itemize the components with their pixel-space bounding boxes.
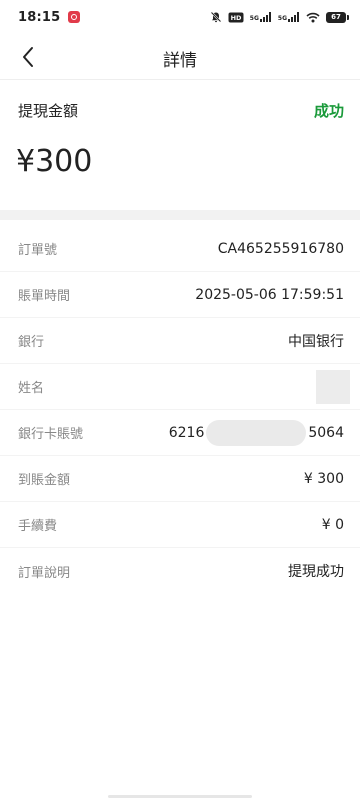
wifi-icon [306, 12, 320, 22]
status-badge: 成功 [313, 102, 344, 120]
app-notification-icon [68, 11, 81, 23]
signal-icon [259, 12, 271, 22]
section-divider [0, 210, 360, 220]
card-number-suffix: 5064 [308, 424, 344, 441]
detail-label: 銀行卡賬號 [18, 427, 84, 442]
detail-row-bill-time: 賬單時間 2025-05-06 17:59:51 [0, 272, 360, 318]
mute-icon [210, 11, 222, 23]
status-left: 18:15 [18, 9, 81, 25]
detail-row-received-amount: 到賬金額 ¥ 300 [0, 456, 360, 502]
battery-level: 67 [331, 13, 341, 21]
detail-label: 到賬金額 [18, 473, 71, 488]
detail-row-order-number: 訂單號 CA465255916780 [0, 226, 360, 272]
detail-row-order-description: 訂單說明 提現成功 [0, 548, 360, 594]
redacted-card-digits [206, 419, 307, 446]
status-bar: 18:15 HD 5G 5G 67 [0, 0, 360, 34]
detail-label: 手續費 [18, 519, 58, 534]
withdrawal-summary: 提現金額 成功 ¥300 [0, 80, 360, 210]
signal-group-2: 5G [278, 12, 300, 22]
header: 詳情 [0, 34, 360, 80]
order-number-value: CA465255916780 [217, 240, 344, 257]
withdrawal-amount: ¥300 [16, 144, 93, 179]
signal-group-1: 5G [250, 12, 272, 22]
detail-list: 訂單號 CA465255916780 賬單時間 2025-05-06 17:59… [0, 226, 360, 594]
redacted-name [316, 369, 350, 404]
detail-label: 訂單號 [18, 243, 58, 258]
network-type-label: 5G [277, 15, 287, 22]
detail-row-card-number: 銀行卡賬號 6216 5064 [0, 410, 360, 456]
status-time: 18:15 [18, 9, 61, 25]
fee-value: ¥ 0 [321, 516, 344, 533]
bill-time-value: 2025-05-06 17:59:51 [195, 286, 344, 303]
detail-label: 姓名 [18, 381, 45, 396]
detail-row-name: 姓名 [0, 364, 360, 410]
battery-icon: 67 [326, 11, 349, 23]
signal-icon [288, 12, 299, 22]
card-number-prefix: 6216 [168, 424, 205, 441]
page-title: 詳情 [163, 51, 197, 71]
withdrawal-amount-label: 提現金額 [18, 102, 79, 120]
received-amount-value: ¥ 300 [303, 470, 344, 487]
order-description-value: 提現成功 [288, 564, 344, 580]
card-number-value: 6216 5064 [168, 419, 344, 446]
bank-value: 中国银行 [288, 333, 344, 350]
home-indicator[interactable] [108, 795, 252, 798]
detail-label: 訂單說明 [18, 565, 71, 581]
svg-text:HD: HD [230, 14, 241, 22]
status-right: HD 5G 5G 67 [210, 11, 349, 23]
hd-icon: HD [228, 12, 244, 22]
detail-row-bank: 銀行 中国银行 [0, 318, 360, 364]
detail-label: 銀行 [18, 335, 45, 350]
detail-row-fee: 手續費 ¥ 0 [0, 502, 360, 548]
network-type-label: 5G [249, 15, 259, 22]
detail-label: 賬單時間 [18, 289, 71, 304]
